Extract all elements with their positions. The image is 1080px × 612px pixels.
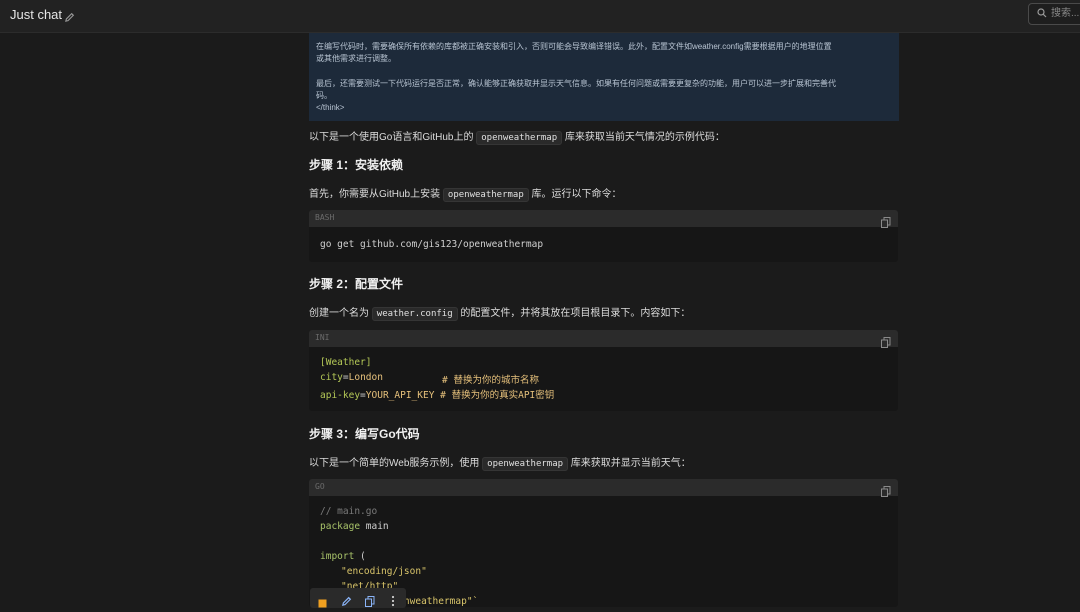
message-action-bar <box>310 588 406 608</box>
inline-code: openweathermap <box>476 131 563 145</box>
step3-text: 以下是一个简单的Web服务示例，使用 <box>309 458 483 469</box>
think-line-4: 码。 <box>316 91 332 100</box>
code-comment: # 替换为你的城市名称 <box>442 375 539 386</box>
search-icon <box>1037 8 1047 18</box>
step1-heading: 步骤 1：安装依赖 <box>309 158 404 172</box>
think-line-5: </think> <box>316 103 345 112</box>
intro-text: 以下是一个使用Go语言和GitHub上的 <box>309 132 477 143</box>
code-block-header: GO <box>309 479 898 497</box>
edit-icon[interactable] <box>341 592 352 611</box>
bash-code-block: BASH go get github.com/gis123/openweathe… <box>309 210 898 262</box>
ini-code-block: INI [Weather] city=London # 替换为你的城市名称 ap… <box>309 330 898 411</box>
code-lang-label: INI <box>315 333 330 342</box>
code-line: [Weather] <box>320 357 372 368</box>
top-bar: Just chat <box>0 0 1080 33</box>
pencil-icon[interactable] <box>64 8 76 22</box>
step2-paragraph: 创建一个名为 weather.config 的配置文件，并将其放在项目根目录下。… <box>309 304 691 321</box>
think-line-3: 最后，还需要测试一下代码运行是否正常，确认能够正确获取并显示天气信息。如果有任何… <box>316 79 836 88</box>
intro-paragraph: 以下是一个使用Go语言和GitHub上的 openweathermap 库来获取… <box>309 128 725 145</box>
code-line: // main.go <box>320 506 378 517</box>
think-line-1: 在编写代码时，需要确保所有依赖的库都被正确安装和引入，否则可能会导致编译错误。此… <box>316 42 832 51</box>
code-line: "encoding/json" <box>341 566 427 577</box>
copy-icon[interactable] <box>881 333 891 352</box>
duplicate-icon[interactable] <box>365 592 375 611</box>
code-lang-label: BASH <box>315 213 335 222</box>
code-line: go get github.com/gis123/openweathermap <box>320 239 544 250</box>
more-icon[interactable] <box>391 592 395 611</box>
code-block-header: BASH <box>309 210 898 228</box>
code-line: import ( <box>320 551 366 562</box>
search-box[interactable] <box>1028 3 1080 25</box>
chat-title[interactable]: Just chat <box>10 7 62 22</box>
code-lang-label: GO <box>315 482 325 491</box>
think-block: 在编写代码时，需要确保所有依赖的库都被正确安装和引入，否则可能会导致编译错误。此… <box>309 33 899 121</box>
step3-text-after: 库来获取并显示当前天气： <box>568 458 691 469</box>
inline-code: openweathermap <box>442 188 529 202</box>
step1-text-after: 库。运行以下命令： <box>528 189 622 200</box>
copy-icon[interactable] <box>881 213 891 232</box>
inline-code: weather.config <box>371 307 458 321</box>
think-line-2: 或其他需求进行调整。 <box>316 54 396 63</box>
code-block-header: INI <box>309 330 898 348</box>
step1-paragraph: 首先，你需要从GitHub上安装 openweathermap 库。运行以下命令… <box>309 185 622 202</box>
code-line: package main <box>320 521 389 532</box>
step3-heading: 步骤 3：编写Go代码 <box>309 427 420 441</box>
search-input[interactable] <box>1051 6 1080 20</box>
code-line: city=London <box>320 372 383 383</box>
step2-text-after: 的配置文件，并将其放在项目根目录下。内容如下： <box>457 308 691 319</box>
stop-icon[interactable] <box>318 593 327 612</box>
step2-text: 创建一个名为 <box>309 308 372 319</box>
step1-text: 首先，你需要从GitHub上安装 <box>309 189 443 200</box>
inline-code: openweathermap <box>482 457 569 471</box>
copy-icon[interactable] <box>881 482 891 501</box>
step2-heading: 步骤 2：配置文件 <box>309 277 404 291</box>
intro-text-after: 库来获取当前天气情况的示例代码： <box>562 132 725 143</box>
step3-paragraph: 以下是一个简单的Web服务示例，使用 openweathermap 库来获取并显… <box>309 454 691 471</box>
code-line: api-key=YOUR_API_KEY # 替换为你的真实API密钥 <box>320 390 555 401</box>
